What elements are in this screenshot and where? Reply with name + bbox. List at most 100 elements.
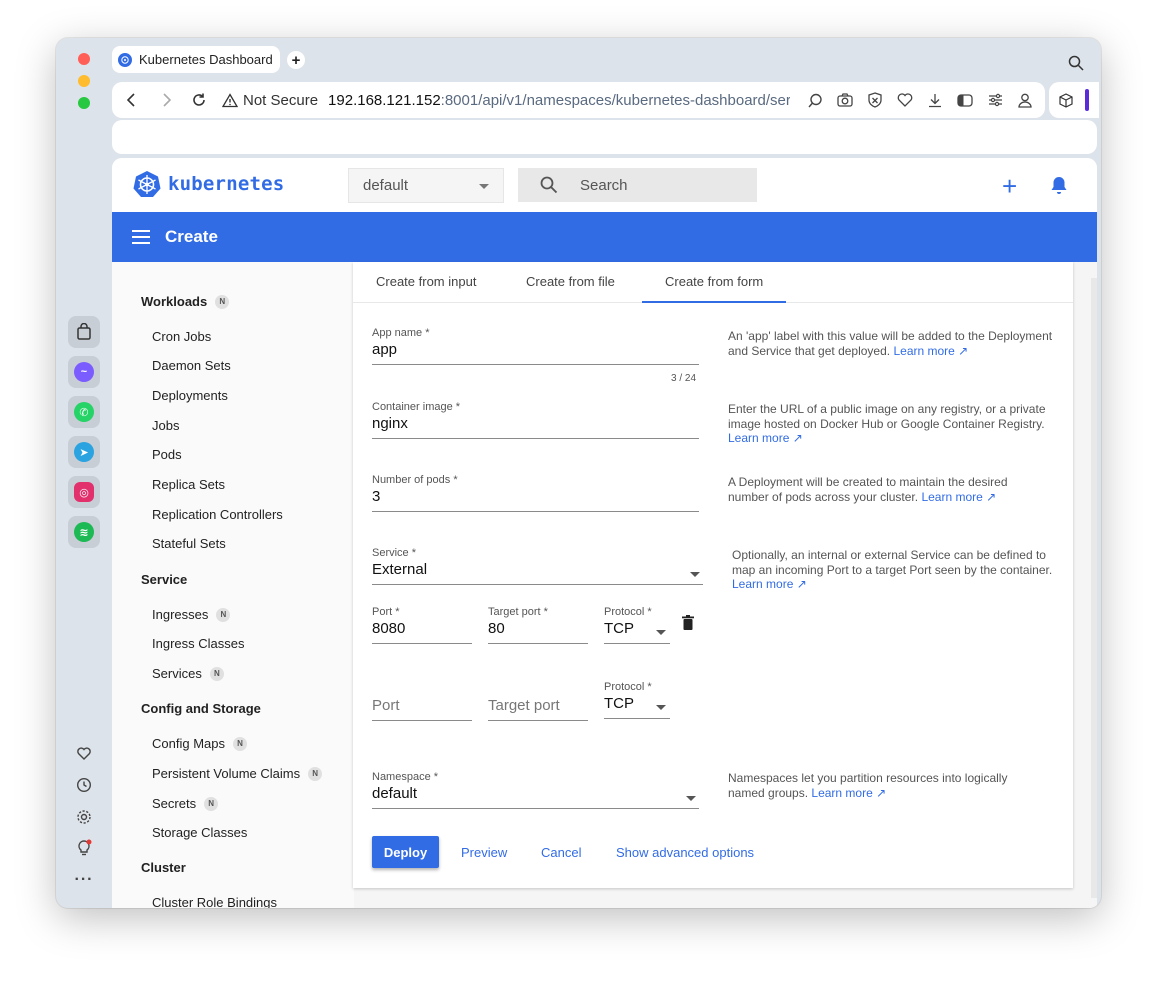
nav-item-stateful-sets[interactable]: Stateful Sets [152, 536, 226, 551]
search-tabs-icon[interactable] [1068, 55, 1084, 76]
pods-value[interactable]: 3 [372, 488, 699, 505]
browser-window: ~ ✆ ➤ ◎ ≋ ··· Kubernetes Dashboard + Not… [56, 38, 1101, 908]
app-name-field[interactable]: App name * app [372, 327, 699, 365]
extensions-area[interactable] [1049, 82, 1099, 118]
service-select[interactable]: Service * External [372, 547, 703, 585]
create-tabs: Create from input Create from file Creat… [353, 262, 1073, 303]
learn-more-link[interactable]: Learn more ↗ [811, 786, 886, 800]
heart-icon[interactable] [890, 89, 920, 111]
namespace-select[interactable]: default [348, 168, 504, 203]
delete-trash-icon[interactable] [682, 615, 694, 636]
learn-more-link[interactable]: Learn more ↗ [921, 490, 996, 504]
port-label: Port * [372, 606, 400, 618]
new-tab-button[interactable]: + [287, 51, 305, 69]
search-input[interactable]: Search [518, 168, 757, 202]
browser-tab[interactable]: Kubernetes Dashboard [112, 46, 280, 73]
deploy-button[interactable]: Deploy [372, 836, 439, 868]
more-dots-icon[interactable]: ··· [74, 870, 94, 890]
url-text[interactable]: 192.168.121.152:8001/api/v1/namespaces/k… [328, 92, 790, 109]
target-port-input-empty[interactable]: Target port [488, 697, 588, 721]
create-plus-icon[interactable]: + [1002, 171, 1017, 202]
protocol-select[interactable]: Protocol * TCP [604, 606, 670, 644]
target-port-field[interactable]: Target port * 80 [488, 606, 588, 644]
download-icon[interactable] [920, 89, 950, 111]
container-image-value[interactable]: nginx [372, 415, 699, 432]
container-image-label: Container image * [372, 401, 461, 413]
port-input-empty[interactable]: Port [372, 697, 472, 721]
spotify-app[interactable]: ≋ [68, 516, 100, 548]
nav-item-deployments[interactable]: Deployments [152, 388, 228, 403]
nav-section-service[interactable]: Service [141, 572, 187, 587]
port-field[interactable]: Port * 8080 [372, 606, 472, 644]
settings-gear-icon[interactable] [74, 807, 94, 827]
security-indicator[interactable]: Not Secure [222, 92, 318, 109]
namespace-select-field[interactable]: Namespace * default [372, 771, 699, 809]
tab-create-from-form[interactable]: Create from form [665, 274, 763, 289]
nav-item-cron-jobs[interactable]: Cron Jobs [152, 329, 211, 344]
nav-item-replica-sets[interactable]: Replica Sets [152, 477, 225, 492]
learn-more-link[interactable]: Learn more ↗ [732, 577, 807, 591]
kubernetes-logo[interactable]: kubernetes [133, 170, 284, 198]
show-advanced-options-button[interactable]: Show advanced options [616, 845, 754, 860]
maximize-window-button[interactable] [78, 97, 90, 109]
lightbulb-icon[interactable] [74, 838, 94, 858]
forward-icon[interactable] [156, 89, 178, 111]
learn-more-link[interactable]: Learn more ↗ [893, 344, 968, 358]
protocol-label: Protocol * [604, 681, 652, 693]
whatsapp-app[interactable]: ✆ [68, 396, 100, 428]
learn-more-label: Learn more [893, 343, 955, 358]
sidebar-toggle-icon[interactable] [950, 89, 980, 111]
nav-item-replication-controllers[interactable]: Replication Controllers [152, 507, 283, 522]
address-bar[interactable]: Not Secure 192.168.121.152:8001/api/v1/n… [112, 82, 1045, 118]
target-port-value[interactable]: 80 [488, 620, 588, 637]
instagram-app[interactable]: ◎ [68, 476, 100, 508]
page-scrollbar[interactable] [1091, 278, 1097, 898]
camera-icon[interactable] [830, 89, 860, 111]
port-value[interactable]: 8080 [372, 620, 472, 637]
nav-section-workloads[interactable]: Workloads N [141, 294, 230, 309]
favorites-icon[interactable] [74, 743, 94, 763]
nav-item-ingresses[interactable]: Ingresses N [152, 607, 231, 622]
nav-item-config-maps[interactable]: Config Maps N [152, 736, 247, 751]
hamburger-menu-icon[interactable] [132, 230, 150, 244]
telegram-app[interactable]: ➤ [68, 436, 100, 468]
reload-icon[interactable] [188, 89, 210, 111]
nav-item-daemon-sets[interactable]: Daemon Sets [152, 358, 231, 373]
number-of-pods-field[interactable]: Number of pods * 3 [372, 474, 699, 512]
nav-item-label: Jobs [152, 418, 180, 433]
cancel-button[interactable]: Cancel [541, 845, 581, 860]
nav-section-config-storage[interactable]: Config and Storage [141, 701, 261, 716]
zoom-search-icon[interactable] [800, 89, 830, 111]
nav-item-storage-classes[interactable]: Storage Classes [152, 825, 247, 840]
nav-section-cluster[interactable]: Cluster [141, 860, 186, 875]
namespace-label: Namespace * [372, 771, 439, 783]
nav-item-jobs[interactable]: Jobs [152, 418, 179, 433]
back-icon[interactable] [120, 89, 142, 111]
tab-create-from-file[interactable]: Create from file [526, 274, 615, 289]
tab-create-from-input[interactable]: Create from input [376, 274, 476, 289]
protocol-select-2[interactable]: Protocol * TCP [604, 681, 670, 719]
cube-icon[interactable] [1059, 92, 1073, 108]
learn-more-link[interactable]: Learn more ↗ [728, 431, 803, 445]
url-path: :8001/api/v1/namespaces/kubernetes-dashb… [440, 91, 791, 109]
profile-icon[interactable] [1010, 89, 1040, 111]
app-name-value[interactable]: app [372, 341, 699, 358]
history-icon[interactable] [74, 775, 94, 795]
shopping-bag-app[interactable] [68, 316, 100, 348]
nav-item-persistent-volume-claims[interactable]: Persistent Volume Claims N [152, 766, 323, 781]
preview-button[interactable]: Preview [461, 845, 507, 860]
minimize-window-button[interactable] [78, 75, 90, 87]
whatsapp-icon: ✆ [74, 402, 94, 422]
pods-help: A Deployment will be created to maintain… [728, 475, 1038, 504]
nav-item-ingress-classes[interactable]: Ingress Classes [152, 636, 244, 651]
close-window-button[interactable] [78, 53, 90, 65]
nav-item-cluster-role-bindings[interactable]: Cluster Role Bindings [152, 895, 277, 908]
easy-setup-icon[interactable] [980, 89, 1010, 111]
messenger-app[interactable]: ~ [68, 356, 100, 388]
nav-item-secrets[interactable]: Secrets N [152, 796, 219, 811]
shield-icon[interactable] [860, 89, 890, 111]
container-image-field[interactable]: Container image * nginx [372, 401, 699, 439]
nav-item-pods[interactable]: Pods [152, 447, 182, 462]
notifications-bell-icon[interactable] [1050, 175, 1068, 200]
nav-item-services[interactable]: Services N [152, 666, 224, 681]
